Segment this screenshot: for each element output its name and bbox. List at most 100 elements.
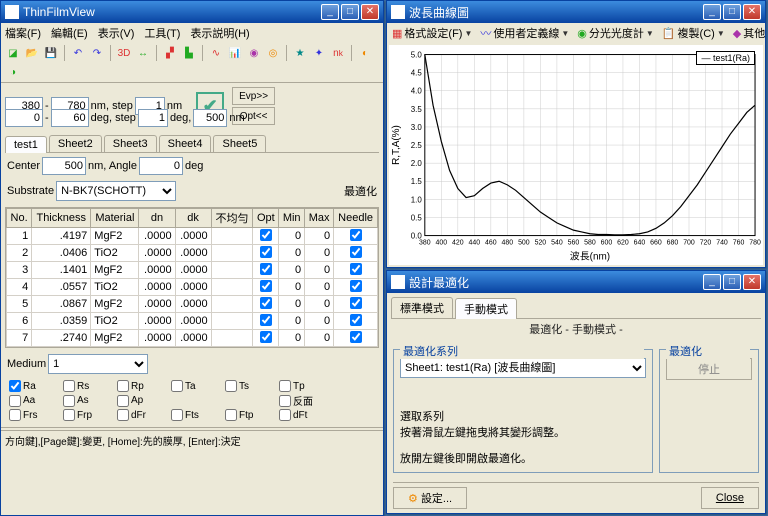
maximize-button[interactable]: □ [341,4,359,20]
opt-check[interactable] [260,229,272,241]
opt-check[interactable] [260,246,272,258]
substrate-select[interactable]: N-BK7(SCHOTT) [56,181,176,201]
chart-green-icon[interactable]: ▙ [181,45,197,61]
ang-step-input[interactable] [138,109,168,127]
check-Ap[interactable] [117,395,129,407]
check-Ra[interactable] [9,380,21,392]
needle-check[interactable] [350,246,362,258]
tool1-icon[interactable]: ◐ [357,45,373,61]
needle-check[interactable] [350,280,362,292]
col-Max[interactable]: Max [305,209,334,228]
redo-icon[interactable]: ↷ [89,45,105,61]
check-As[interactable] [63,395,75,407]
table-row[interactable]: 2.0406TiO2.0000.000000 [7,245,378,262]
titlebar[interactable]: ThinFilmView _ □ ✕ [1,1,383,23]
col-Thickness[interactable]: Thickness [32,209,91,228]
opt-check[interactable] [260,314,272,326]
opt-titlebar[interactable]: 設計最適化 _ □ ✕ [387,271,765,293]
col-Material[interactable]: Material [91,209,139,228]
spectro-menu[interactable]: ◉分光光度計▼ [574,25,657,41]
format-menu[interactable]: ▦格式設定(F)▼ [389,25,475,41]
opt-check[interactable] [260,280,272,292]
tab-sheet2[interactable]: Sheet2 [49,135,102,152]
check-dFr[interactable] [117,409,129,421]
check-Fts[interactable] [171,409,183,421]
plot-p-icon[interactable]: ◉ [246,45,262,61]
copy-menu[interactable]: 📋複製(C)▼ [659,25,728,41]
menu-edit[interactable]: 編輯(E) [51,25,88,41]
cfg-b-icon[interactable]: ✦ [311,45,327,61]
tool2-icon[interactable]: ◑ [5,64,21,80]
evp-button[interactable]: Evp>> [232,87,275,105]
userline-menu[interactable]: 〰使用者定義線▼ [477,25,572,41]
chart-plot-area[interactable]: — test1(Ra) 3804004204404604805005205405… [389,45,763,265]
check-Frs[interactable] [9,409,21,421]
series-select[interactable]: Sheet1: test1(Ra) [波長曲線圖] [400,358,646,378]
tab-sheet4[interactable]: Sheet4 [159,135,212,152]
needle-check[interactable] [350,297,362,309]
tab-standard[interactable]: 標準模式 [391,297,453,318]
tab-sheet5[interactable]: Sheet5 [213,135,266,152]
col-dk[interactable]: dk [175,209,211,228]
chart-titlebar[interactable]: 波長曲線圖 _ □ ✕ [387,1,765,23]
table-row[interactable]: 4.0557TiO2.0000.000000 [7,279,378,296]
maximize-button[interactable]: □ [723,274,741,290]
new-icon[interactable]: ◪ [5,45,21,61]
center-input[interactable] [42,157,86,175]
col-Min[interactable]: Min [279,209,305,228]
ang-from-input[interactable] [5,109,43,127]
table-row[interactable]: 3.1401MgF2.0000.000000 [7,262,378,279]
3d-icon[interactable]: 3D [116,45,132,61]
table-row[interactable]: 7.2740MgF2.0000.000000 [7,330,378,347]
check-Aa[interactable] [9,395,21,407]
undo-icon[interactable]: ↶ [70,45,86,61]
opt-check[interactable] [260,297,272,309]
close-opt-button[interactable]: Close [701,487,759,509]
minimize-button[interactable]: _ [703,4,721,20]
minimize-button[interactable]: _ [321,4,339,20]
col-不均勻[interactable]: 不均勻 [211,209,253,228]
opt-check[interactable] [260,263,272,275]
settings-button[interactable]: ⚙ 設定... [393,487,467,509]
other-menu[interactable]: ◆其他▼ [730,25,768,41]
close-button[interactable]: ✕ [743,4,761,20]
check-Ftp[interactable] [225,409,237,421]
opt-check[interactable] [260,331,272,343]
col-Needle[interactable]: Needle [334,209,378,228]
maximize-button[interactable]: □ [723,4,741,20]
needle-check[interactable] [350,314,362,326]
table-row[interactable]: 5.0867MgF2.0000.000000 [7,296,378,313]
nk-icon[interactable]: nk [330,45,346,61]
check-Rp[interactable] [117,380,129,392]
needle-check[interactable] [350,331,362,343]
close-button[interactable]: ✕ [743,274,761,290]
check-Tp[interactable] [279,380,291,392]
table-row[interactable]: 1.4197MgF2.0000.000000 [7,228,378,245]
menu-help[interactable]: 表示説明(H) [190,25,249,41]
check-Ts[interactable] [225,380,237,392]
cfg-a-icon[interactable]: ★ [292,45,308,61]
plot-o-icon[interactable]: ◎ [265,45,281,61]
arrow-icon[interactable]: ↔ [135,45,151,61]
menu-file[interactable]: 檔案(F) [5,25,41,41]
col-dn[interactable]: dn [139,209,175,228]
minimize-button[interactable]: _ [703,274,721,290]
ang-to-input[interactable] [51,109,89,127]
check-反面[interactable] [279,395,291,407]
table-row[interactable]: 6.0359TiO2.0000.000000 [7,313,378,330]
check-Ta[interactable] [171,380,183,392]
needle-check[interactable] [350,229,362,241]
angle-input[interactable] [139,157,183,175]
line-icon[interactable]: ∿ [208,45,224,61]
tab-sheet3[interactable]: Sheet3 [104,135,157,152]
menu-tool[interactable]: 工具(T) [144,25,180,41]
needle-check[interactable] [350,263,362,275]
bar-icon[interactable]: 📊 [227,45,243,61]
tab-manual[interactable]: 手動模式 [455,298,517,319]
save-icon[interactable]: 💾 [43,45,59,61]
open-icon[interactable]: 📂 [24,45,40,61]
design-wl-input[interactable] [193,109,227,127]
col-Opt[interactable]: Opt [253,209,279,228]
chart-red-icon[interactable]: ▞ [162,45,178,61]
check-dFt[interactable] [279,409,291,421]
